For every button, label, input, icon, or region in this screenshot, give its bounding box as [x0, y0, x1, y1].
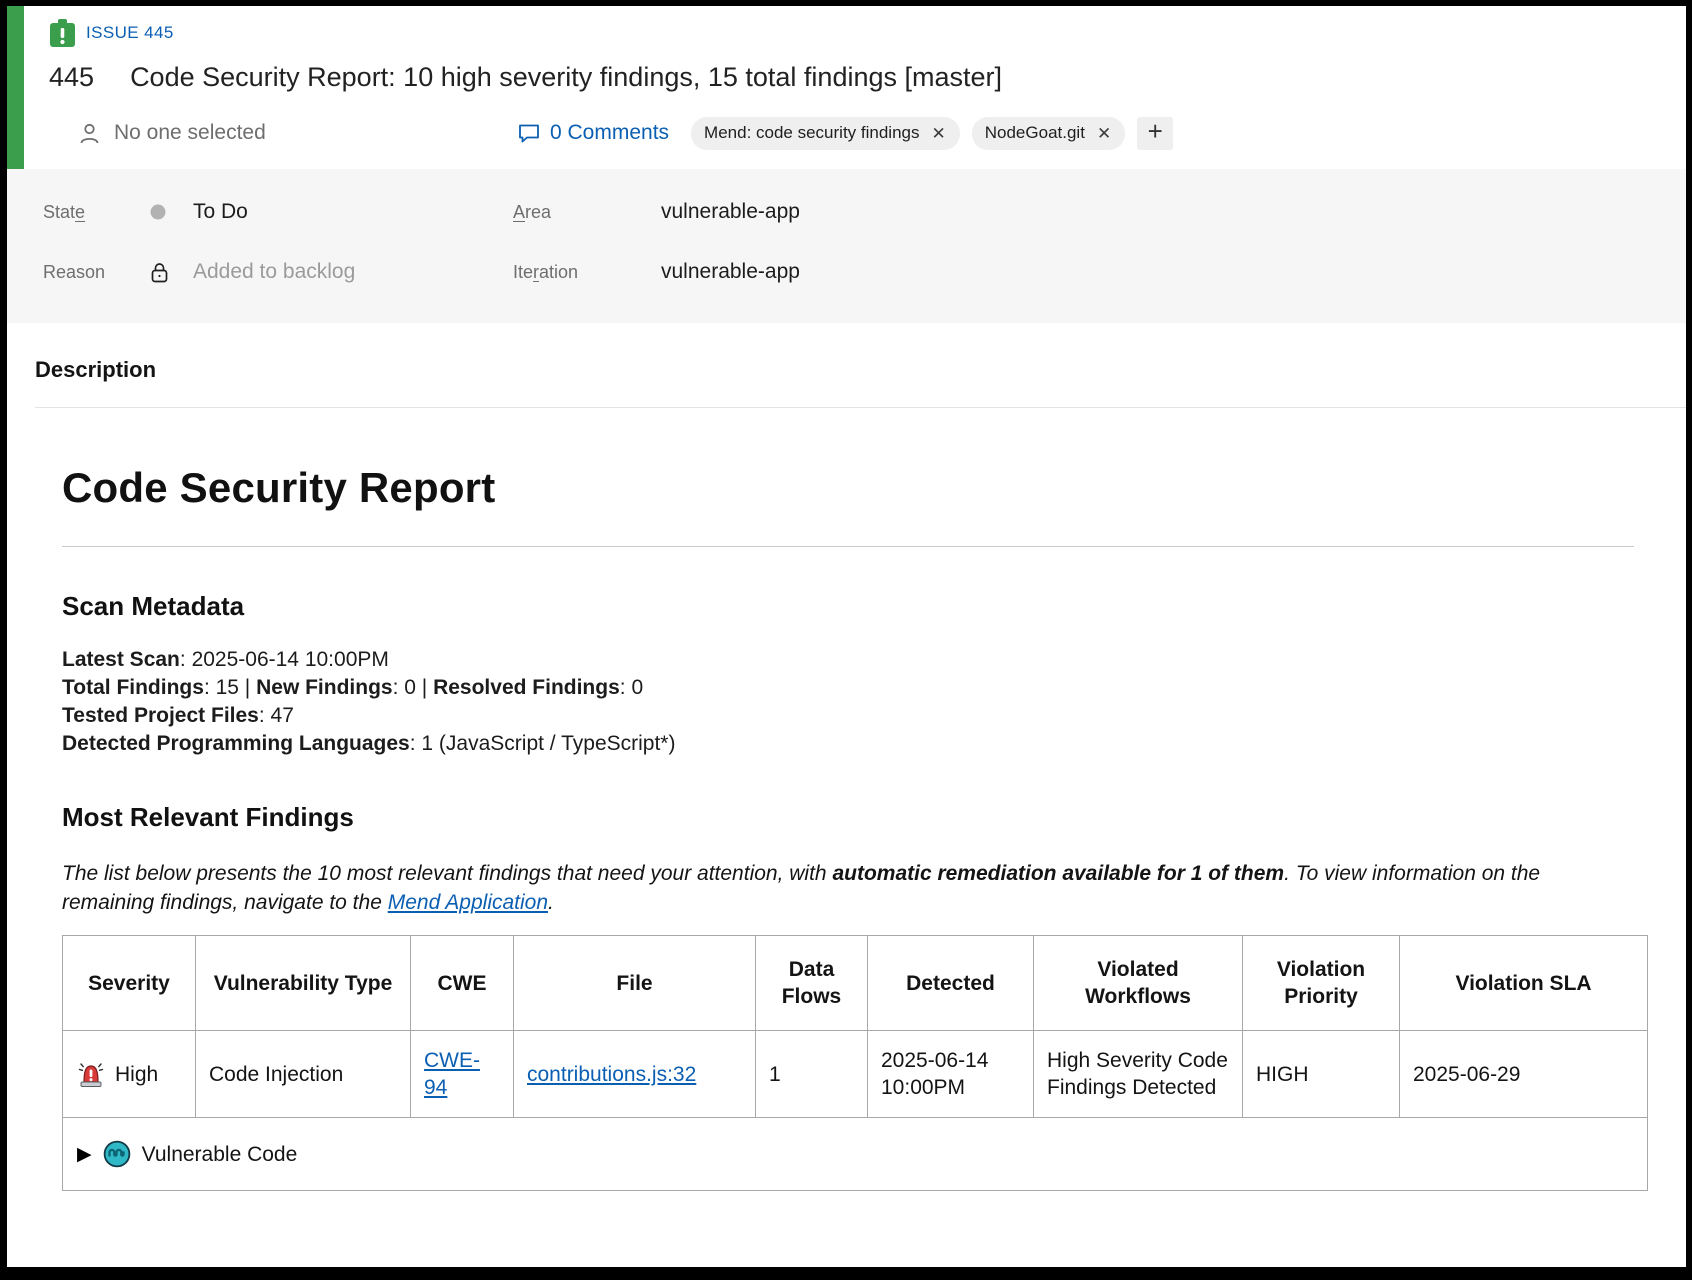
- languages-line: Detected Programming Languages: 1 (JavaS…: [62, 730, 1634, 758]
- tag-list: Mend: code security findings ✕ NodeGoat.…: [691, 117, 1173, 150]
- col-header-violation-sla: Violation SLA: [1400, 936, 1648, 1031]
- vulnerable-code-row: ▶ Vulnerable Code: [63, 1118, 1648, 1191]
- work-item-header: ISSUE 445 445 Code Security Report: 10 h…: [7, 6, 1686, 169]
- violation-priority-cell: HIGH: [1243, 1031, 1400, 1118]
- iteration-field-label: Iteration: [513, 262, 661, 283]
- findings-table: Severity Vulnerability Type CWE File Dat…: [62, 935, 1648, 1191]
- vulnerable-code-label: Vulnerable Code: [142, 1141, 298, 1168]
- vulnerability-type-cell: Code Injection: [196, 1031, 411, 1118]
- tag-remove-icon[interactable]: ✕: [1097, 125, 1111, 142]
- most-relevant-findings-heading: Most Relevant Findings: [62, 802, 1634, 833]
- file-link[interactable]: contributions.js:32: [527, 1063, 696, 1086]
- state-field-label: State: [43, 202, 149, 223]
- col-header-detected: Detected: [868, 936, 1034, 1031]
- violated-workflows-cell: High Severity Code Findings Detected: [1034, 1031, 1243, 1118]
- description-section-label: Description: [35, 357, 1686, 383]
- tested-files-line: Tested Project Files: 47: [62, 702, 1634, 730]
- severity-cell: High: [63, 1031, 196, 1118]
- table-header-row: Severity Vulnerability Type CWE File Dat…: [63, 936, 1648, 1031]
- finding-row: High Code Injection CWE-94 contributions…: [63, 1031, 1648, 1118]
- mend-application-link[interactable]: Mend Application: [388, 891, 548, 914]
- tag-label: Mend: code security findings: [704, 123, 919, 143]
- report-title: Code Security Report: [62, 464, 1634, 512]
- scan-metadata-heading: Scan Metadata: [62, 591, 1634, 622]
- issue-type-icon: [49, 19, 76, 48]
- col-header-violation-priority: Violation Priority: [1243, 936, 1400, 1031]
- report-rule: [62, 546, 1634, 547]
- data-flows-cell: 1: [756, 1031, 868, 1118]
- findings-counts-line: Total Findings: 15 | New Findings: 0 | R…: [62, 674, 1634, 702]
- cwe-cell: CWE-94: [411, 1031, 514, 1118]
- tag-label: NodeGoat.git: [985, 123, 1085, 143]
- col-header-violated-workflows: Violated Workflows: [1034, 936, 1243, 1031]
- person-icon: [77, 121, 102, 146]
- latest-scan-line: Latest Scan: 2025-06-14 10:00PM: [62, 646, 1634, 674]
- reason-value[interactable]: Added to backlog: [193, 260, 355, 284]
- siren-icon: [76, 1059, 106, 1089]
- expander-triangle-icon: ▶: [77, 1145, 92, 1164]
- state-dot-icon: [149, 203, 193, 221]
- work-item-fields: State To Do Reason Added to backlog Area…: [7, 169, 1686, 323]
- vulnerable-code-cell: ▶ Vulnerable Code: [63, 1118, 1648, 1191]
- tag-pill[interactable]: Mend: code security findings ✕: [691, 117, 960, 150]
- work-item-id: 445: [49, 62, 94, 93]
- work-item-type-label: ISSUE 445: [86, 23, 174, 43]
- comment-bubble-icon: [517, 121, 541, 145]
- add-tag-button[interactable]: +: [1137, 117, 1173, 150]
- tag-pill[interactable]: NodeGoat.git ✕: [972, 117, 1125, 150]
- findings-intro: The list below presents the 10 most rele…: [62, 859, 1602, 917]
- iteration-value[interactable]: vulnerable-app: [661, 260, 800, 284]
- comments-button[interactable]: 0 Comments: [517, 121, 669, 145]
- violation-sla-cell: 2025-06-29: [1400, 1031, 1648, 1118]
- detected-cell: 2025-06-14 10:00PM: [868, 1031, 1034, 1118]
- assignee-placeholder: No one selected: [114, 121, 266, 145]
- col-header-vulnerability-type: Vulnerability Type: [196, 936, 411, 1031]
- mend-logo-icon: [103, 1140, 131, 1168]
- reason-field-label: Reason: [43, 262, 149, 283]
- work-item-title[interactable]: Code Security Report: 10 high severity f…: [130, 62, 1002, 93]
- description-content: Code Security Report Scan Metadata Lates…: [7, 408, 1686, 1191]
- col-header-cwe: CWE: [411, 936, 514, 1031]
- cwe-link[interactable]: CWE-94: [424, 1047, 490, 1101]
- tag-remove-icon[interactable]: ✕: [932, 125, 946, 142]
- col-header-severity: Severity: [63, 936, 196, 1031]
- scan-metadata-block: Latest Scan: 2025-06-14 10:00PM Total Fi…: [62, 646, 1634, 758]
- col-header-data-flows: Data Flows: [756, 936, 868, 1031]
- plus-icon: +: [1148, 116, 1163, 147]
- lock-icon: [149, 261, 193, 284]
- state-value[interactable]: To Do: [193, 200, 248, 224]
- comments-count-label: 0 Comments: [550, 121, 669, 145]
- area-value[interactable]: vulnerable-app: [661, 200, 800, 224]
- severity-value: High: [115, 1061, 158, 1088]
- work-item-type-color-bar: [7, 6, 24, 169]
- assignee-field[interactable]: No one selected: [77, 121, 517, 146]
- area-field-label: Area: [513, 202, 661, 223]
- vulnerable-code-expander[interactable]: ▶ Vulnerable Code: [77, 1140, 1633, 1168]
- file-cell: contributions.js:32: [514, 1031, 756, 1118]
- col-header-file: File: [514, 936, 756, 1031]
